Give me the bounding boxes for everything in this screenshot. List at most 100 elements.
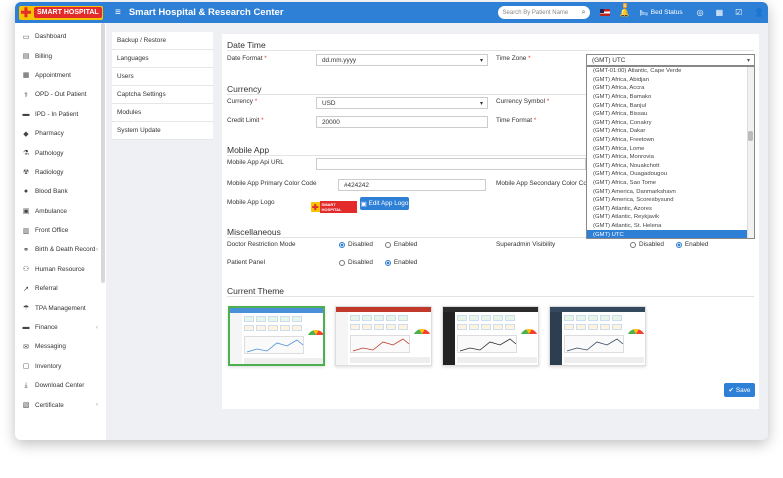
sidebar-item-front-office[interactable]: ▥ Front Office bbox=[15, 221, 106, 240]
date-format-select[interactable]: dd.mm.yyyy ▾ bbox=[316, 54, 488, 66]
sidebar-item-billing[interactable]: ▤ Billing bbox=[15, 46, 106, 65]
time-zone-option[interactable]: (GMT) America, Danmarkshavn bbox=[587, 187, 754, 196]
stethoscope-icon: ⚕ bbox=[24, 91, 28, 99]
time-zone-option[interactable]: (GMT) Africa, Banjul bbox=[587, 101, 754, 110]
time-zone-option[interactable]: (GMT) Africa, Dakar bbox=[587, 127, 754, 136]
time-zone-option[interactable]: (GMT) Atlantic, Azores bbox=[587, 205, 754, 214]
time-zone-option[interactable]: (GMT) Africa, Freetown bbox=[587, 136, 754, 145]
notification-bell-icon[interactable]: 🔔 5 bbox=[620, 3, 630, 17]
desk-icon: ▥ bbox=[22, 227, 30, 235]
theme-option-4[interactable] bbox=[549, 306, 646, 366]
theme-option-1[interactable] bbox=[228, 306, 325, 366]
sidebar-item-ambulance[interactable]: ▣ Ambulance bbox=[15, 202, 106, 221]
sidebar-item-label: Finance bbox=[35, 324, 58, 332]
certificate-icon: ▧ bbox=[22, 402, 30, 410]
currency-select[interactable]: USD ▾ bbox=[316, 97, 488, 109]
sidebar-item-pathology[interactable]: ⚗ Pathology bbox=[15, 143, 106, 162]
people-icon: ⚇ bbox=[22, 266, 30, 274]
api-url-input[interactable] bbox=[316, 158, 586, 170]
time-zone-select[interactable]: (GMT) UTC ▾ bbox=[586, 54, 755, 66]
divider bbox=[227, 296, 754, 297]
theme-option-2[interactable] bbox=[335, 306, 432, 366]
time-zone-option[interactable]: (GMT) Africa, Abidjan bbox=[587, 76, 754, 85]
edit-app-logo-button[interactable]: ▣ Edit App Logo bbox=[360, 197, 409, 210]
doctor-restriction-enabled-radio[interactable] bbox=[384, 241, 391, 248]
ambulance-icon: ▣ bbox=[22, 208, 30, 216]
time-zone-option[interactable]: (GMT-01:00) Atlantic, Cape Verde bbox=[587, 67, 754, 76]
calendar-icon[interactable]: ▦ bbox=[716, 8, 724, 17]
dropdown-scrollbar[interactable] bbox=[747, 67, 754, 238]
mobile-app-logo-image: ✚ SMART HOSPITAL bbox=[311, 201, 357, 213]
time-zone-option[interactable]: (GMT) Africa, Conakry bbox=[587, 119, 754, 128]
language-flag-icon[interactable] bbox=[599, 9, 610, 16]
submenu-item-users[interactable]: Users bbox=[112, 68, 213, 86]
sidebar-item-pharmacy[interactable]: ◆ Pharmacy bbox=[15, 124, 106, 143]
sidebar-item-appointment[interactable]: ▦ Appointment bbox=[15, 66, 106, 85]
doctor-restriction-disabled-radio[interactable] bbox=[339, 241, 345, 248]
patient-panel-disabled-radio[interactable] bbox=[339, 259, 345, 266]
sidebar-item-referral[interactable]: ↗ Referral bbox=[15, 279, 106, 298]
sidebar-item-human-resource[interactable]: ⚇ Human Resource bbox=[15, 260, 106, 279]
sidebar-scrollbar[interactable] bbox=[101, 23, 105, 283]
time-zone-option[interactable]: (GMT) Africa, Bamako bbox=[587, 93, 754, 102]
time-zone-option[interactable]: (GMT) Africa, Ouagadougou bbox=[587, 170, 754, 179]
time-zone-option[interactable]: (GMT) Africa, Accra bbox=[587, 84, 754, 93]
save-button[interactable]: ✔ Save bbox=[724, 383, 755, 397]
radiation-icon: ☢ bbox=[22, 169, 30, 177]
sidebar-item-dashboard[interactable]: ▭ Dashboard bbox=[15, 27, 106, 46]
submenu-item-system-update[interactable]: System Update bbox=[112, 122, 213, 140]
sidebar-item-ipd-in-patient[interactable]: ▬ IPD - In Patient bbox=[15, 105, 106, 124]
sidebar-item-messaging[interactable]: ✉ Messaging bbox=[15, 337, 106, 356]
app-logo[interactable]: ✚ SMART HOSPITAL bbox=[19, 5, 103, 20]
superadmin-visibility-label: Superadmin Visibility bbox=[496, 241, 556, 248]
time-zone-option[interactable]: (GMT) Atlantic, St. Helena bbox=[587, 222, 754, 231]
time-zone-option[interactable]: (GMT) UTC bbox=[587, 230, 754, 238]
time-zone-option[interactable]: (GMT) America, Scoresbysund bbox=[587, 196, 754, 205]
chat-icon: ✉ bbox=[23, 343, 29, 351]
time-zone-dropdown-list: (GMT-01:00) Atlantic, Cape Verde (GMT) Af… bbox=[586, 66, 755, 239]
patient-panel-enabled-radio[interactable] bbox=[384, 259, 391, 266]
submenu-item-modules[interactable]: Modules bbox=[112, 104, 213, 122]
sidebar-item-label: Ambulance bbox=[35, 207, 67, 215]
search-icon[interactable]: ⌕ bbox=[582, 9, 586, 17]
superadmin-enabled-radio[interactable] bbox=[675, 241, 682, 248]
submenu-item-captcha-settings[interactable]: Captcha Settings bbox=[112, 86, 213, 104]
dropdown-scroll-thumb[interactable] bbox=[748, 131, 753, 141]
bed-status-link[interactable]: 🛏 Bed Status bbox=[640, 9, 683, 17]
menu-toggle-icon[interactable]: ≡ bbox=[115, 7, 121, 18]
sidebar-item-inventory[interactable]: ▢ Inventory bbox=[15, 357, 106, 376]
superadmin-disabled-radio[interactable] bbox=[630, 241, 636, 248]
primary-color-input[interactable]: #424242 bbox=[338, 179, 486, 191]
currency-label: Currency * bbox=[227, 98, 258, 105]
sidebar: ▭ Dashboard ▤ Billing ▦ Appointment ⚕ OPD - Out… bbox=[15, 23, 106, 440]
sidebar-item-finance[interactable]: ▬ Finance ‹ bbox=[15, 318, 106, 337]
top-bar: ✚ SMART HOSPITAL ≡ Smart Hospital & Rese… bbox=[15, 2, 768, 23]
time-zone-option[interactable]: (GMT) Atlantic, Reykjavik bbox=[587, 213, 754, 222]
sidebar-item-opd-out-patient[interactable]: ⚕ OPD - Out Patient bbox=[15, 85, 106, 104]
time-zone-option[interactable]: (GMT) Africa, Lome bbox=[587, 144, 754, 153]
sidebar-item-label: Birth & Death Record bbox=[35, 246, 96, 254]
sidebar-item-certificate[interactable]: ▧ Certificate ‹ bbox=[15, 395, 106, 414]
submenu-item-languages[interactable]: Languages bbox=[112, 50, 213, 68]
submenu-item-backup-restore[interactable]: Backup / Restore bbox=[112, 32, 213, 50]
credit-limit-input[interactable]: 20000 bbox=[316, 116, 488, 128]
sidebar-item-label: Certificate bbox=[35, 401, 64, 409]
sidebar-item-blood-bank[interactable]: ● Blood Bank bbox=[15, 182, 106, 201]
patient-search-input[interactable]: Search By Patient Name ⌕ bbox=[497, 6, 590, 19]
sidebar-item-radiology[interactable]: ☢ Radiology bbox=[15, 163, 106, 182]
task-check-icon[interactable]: ☑ bbox=[735, 8, 742, 17]
chevron-down-icon: ▾ bbox=[479, 100, 483, 107]
whatsapp-icon[interactable]: ◎ bbox=[697, 8, 704, 17]
theme-option-3[interactable] bbox=[442, 306, 539, 366]
time-zone-option[interactable]: (GMT) Africa, Bissau bbox=[587, 110, 754, 119]
sidebar-item-download-center[interactable]: ⤓ Download Center bbox=[15, 376, 106, 395]
time-zone-option[interactable]: (GMT) Africa, Sao Tome bbox=[587, 179, 754, 188]
sidebar-item-tpa-management[interactable]: ☂ TPA Management bbox=[15, 298, 106, 317]
user-avatar-icon[interactable]: 👤 bbox=[754, 8, 764, 17]
sidebar-item-birth-death-record[interactable]: ⚭ Birth & Death Record ‹ bbox=[15, 240, 106, 259]
time-zone-option[interactable]: (GMT) Africa, Nouakchott bbox=[587, 162, 754, 171]
sidebar-item-label: Dashboard bbox=[35, 33, 67, 41]
sidebar-item-label: Radiology bbox=[35, 168, 64, 176]
flask-icon: ⚗ bbox=[22, 150, 30, 158]
time-zone-option[interactable]: (GMT) Africa, Monrovia bbox=[587, 153, 754, 162]
